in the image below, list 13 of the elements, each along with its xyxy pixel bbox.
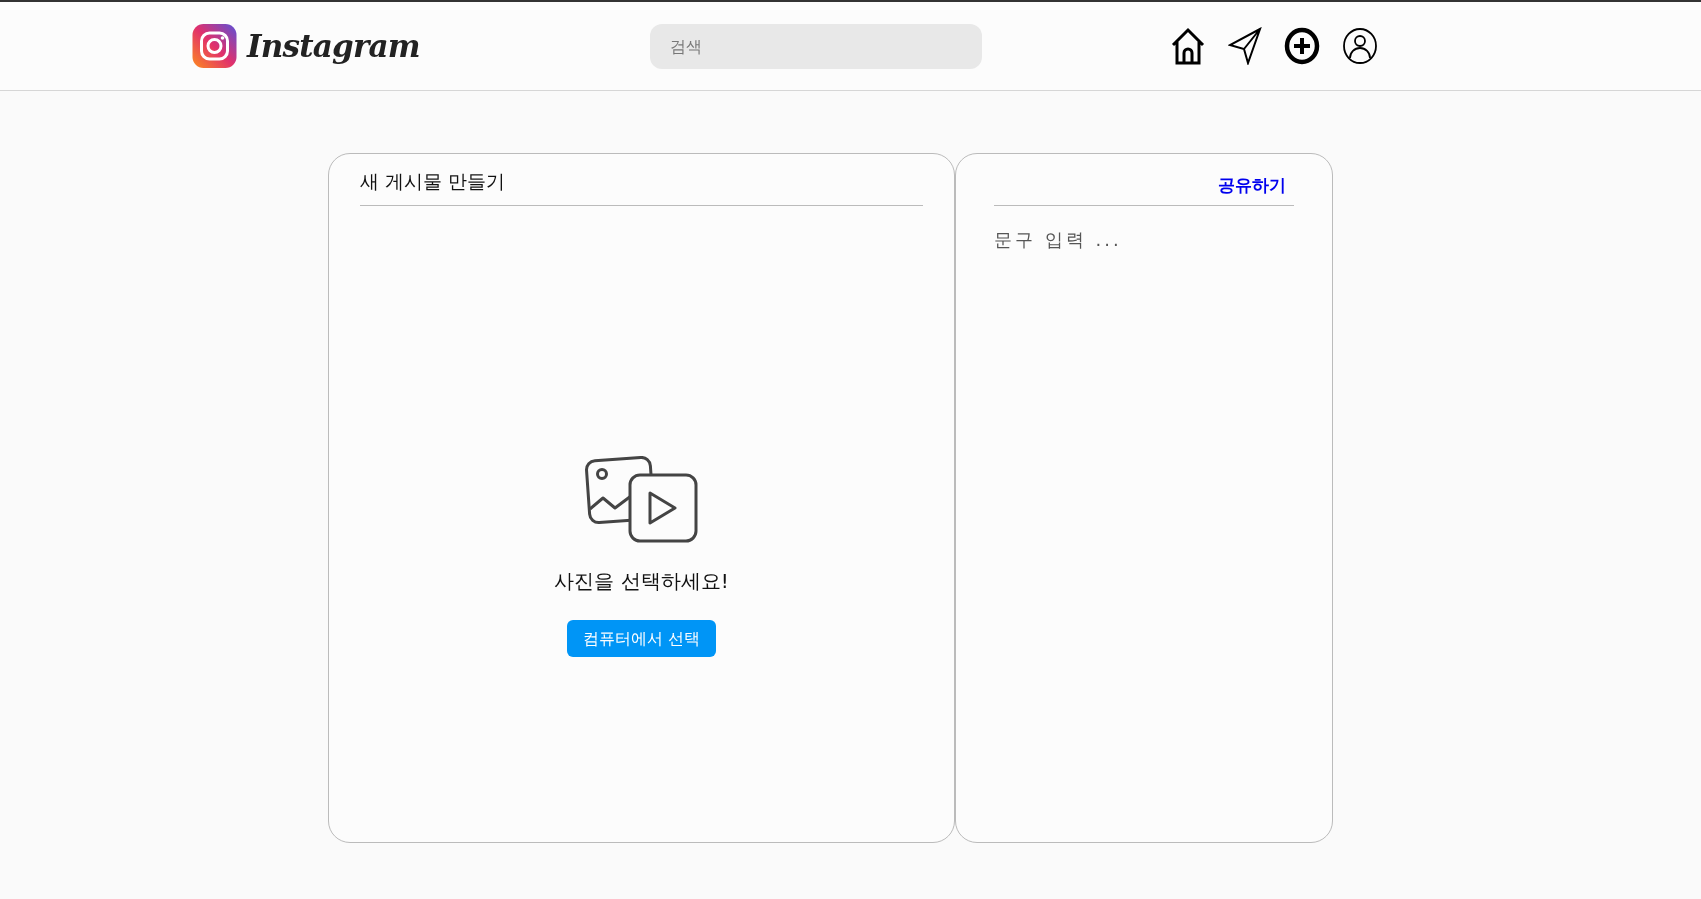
panel-title: 새 게시물 만들기 bbox=[360, 168, 506, 194]
send-icon[interactable] bbox=[1227, 27, 1262, 65]
logo-wordmark[interactable]: Instagram bbox=[247, 22, 420, 70]
caption-panel[interactable]: 공유하기 문구 입력 ... bbox=[955, 153, 1333, 843]
plus-circle-icon[interactable] bbox=[1283, 27, 1320, 65]
home-icon[interactable] bbox=[1169, 27, 1206, 65]
profile-icon[interactable] bbox=[1341, 27, 1378, 65]
share-link[interactable]: 공유하기 bbox=[1218, 172, 1286, 198]
search-field[interactable]: 검색 bbox=[649, 23, 982, 69]
caption-field[interactable]: 문구 입력 ... bbox=[994, 226, 1294, 786]
select-photo-prompt: 사진을 선택하세요! bbox=[554, 568, 729, 595]
photo-video-icon bbox=[584, 456, 699, 544]
camera-logo-icon bbox=[190, 24, 239, 68]
